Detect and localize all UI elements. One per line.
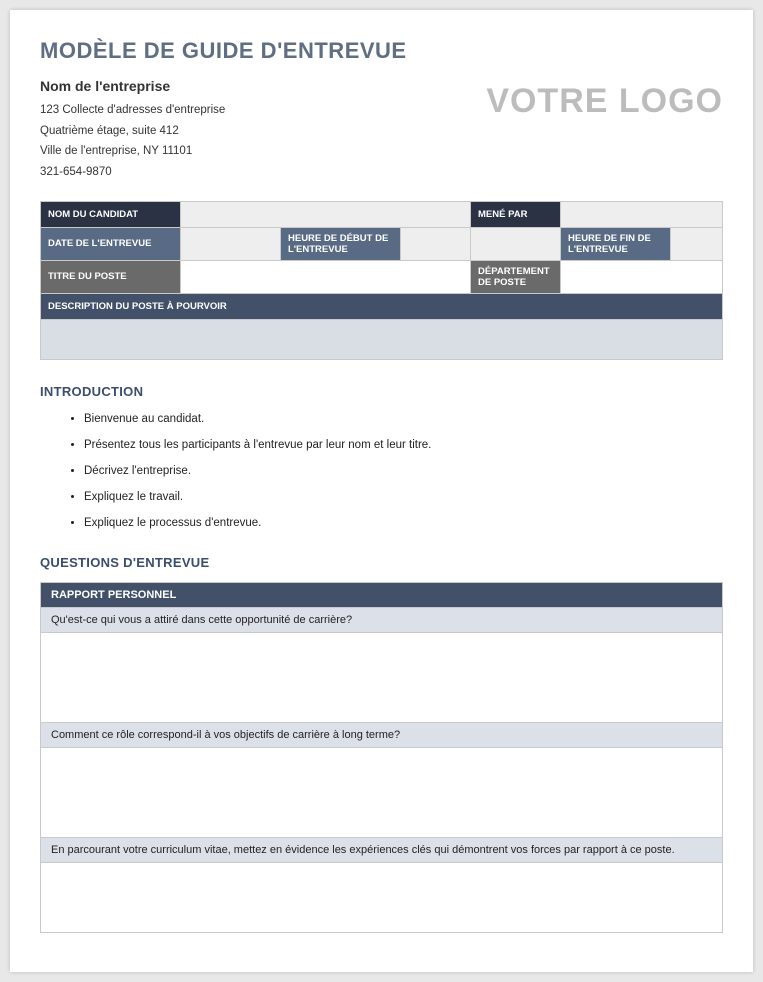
list-item: Décrivez l'entreprise. bbox=[84, 463, 723, 479]
header-row: MODÈLE DE GUIDE D'ENTREVUE Nom de l'entr… bbox=[40, 38, 723, 183]
document-page: MODÈLE DE GUIDE D'ENTREVUE Nom de l'entr… bbox=[10, 10, 753, 972]
interview-date-label: DATE DE L'ENTREVUE bbox=[41, 227, 181, 260]
interview-date-field[interactable] bbox=[181, 227, 281, 260]
questions-heading: QUESTIONS D'ENTREVUE bbox=[40, 555, 723, 570]
list-item: Expliquez le travail. bbox=[84, 489, 723, 505]
address-line-1: 123 Collecte d'adresses d'entreprise bbox=[40, 100, 407, 121]
start-time-field[interactable] bbox=[401, 227, 471, 260]
candidate-name-label: NOM DU CANDIDAT bbox=[41, 201, 181, 227]
start-time-label: HEURE DE DÉBUT DE L'ENTREVUE bbox=[281, 227, 401, 260]
conducted-by-field[interactable] bbox=[561, 201, 723, 227]
address-line-2: Quatrième étage, suite 412 bbox=[40, 121, 407, 142]
question-prompt: En parcourant votre curriculum vitae, me… bbox=[41, 838, 723, 863]
phone-number: 321-654-9870 bbox=[40, 162, 407, 183]
description-label: DESCRIPTION DU POSTE À POURVOIR bbox=[41, 293, 723, 319]
department-label: DÉPARTEMENT DE POSTE bbox=[471, 260, 561, 293]
questions-section-header: RAPPORT PERSONNEL bbox=[41, 583, 723, 608]
list-item: Bienvenue au candidat. bbox=[84, 411, 723, 427]
job-title-label: TITRE DU POSTE bbox=[41, 260, 181, 293]
question-answer-field[interactable] bbox=[41, 748, 723, 838]
job-title-field[interactable] bbox=[181, 260, 471, 293]
question-prompt: Qu'est-ce qui vous a attiré dans cette o… bbox=[41, 608, 723, 633]
list-item: Expliquez le processus d'entrevue. bbox=[84, 515, 723, 531]
header-left: MODÈLE DE GUIDE D'ENTREVUE Nom de l'entr… bbox=[40, 38, 407, 183]
address-line-3: Ville de l'entreprise, NY 11101 bbox=[40, 141, 407, 162]
page-title: MODÈLE DE GUIDE D'ENTREVUE bbox=[40, 38, 407, 64]
question-prompt: Comment ce rôle correspond-il à vos obje… bbox=[41, 723, 723, 748]
introduction-heading: INTRODUCTION bbox=[40, 384, 723, 399]
question-answer-field[interactable] bbox=[41, 863, 723, 933]
question-answer-field[interactable] bbox=[41, 633, 723, 723]
company-name: Nom de l'entreprise bbox=[40, 78, 407, 94]
candidate-name-field[interactable] bbox=[181, 201, 471, 227]
questions-table: RAPPORT PERSONNEL Qu'est-ce qui vous a a… bbox=[40, 582, 723, 933]
description-field[interactable] bbox=[41, 319, 723, 359]
end-time-field[interactable] bbox=[671, 227, 723, 260]
department-field[interactable] bbox=[561, 260, 723, 293]
conducted-by-label: MENÉ PAR bbox=[471, 201, 561, 227]
introduction-list: Bienvenue au candidat. Présentez tous le… bbox=[40, 411, 723, 531]
list-item: Présentez tous les participants à l'entr… bbox=[84, 437, 723, 453]
info-table: NOM DU CANDIDAT MENÉ PAR DATE DE L'ENTRE… bbox=[40, 201, 723, 360]
logo-placeholder: VOTRE LOGO bbox=[486, 82, 723, 121]
spacer-cell bbox=[471, 227, 561, 260]
end-time-label: HEURE DE FIN DE L'ENTREVUE bbox=[561, 227, 671, 260]
